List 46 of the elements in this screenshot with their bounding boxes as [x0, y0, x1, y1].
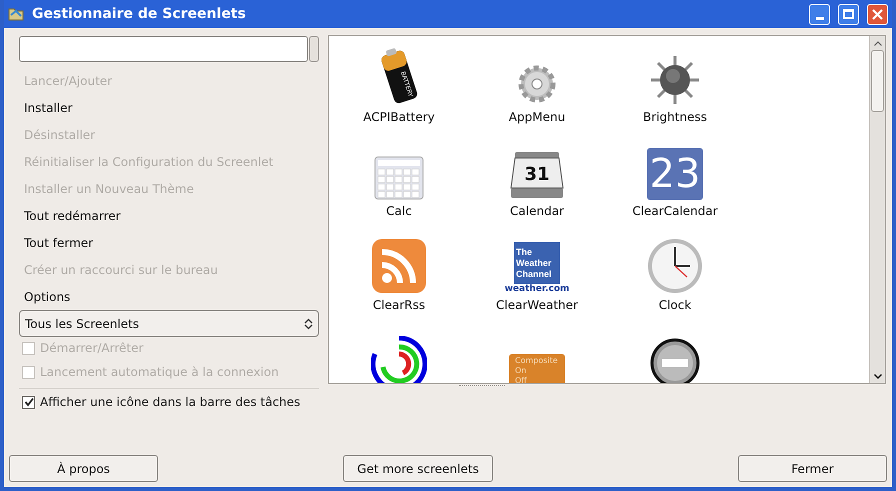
action-link[interactable]: Installer: [24, 94, 319, 121]
action-link[interactable]: Tout fermer: [24, 229, 319, 256]
checkmark-icon: [24, 397, 34, 407]
calculator-icon: [374, 156, 424, 200]
screenlet-label[interactable]: ACPIBattery: [363, 108, 435, 126]
more-screenlets-button[interactable]: Get more screenlets: [343, 455, 493, 482]
screenlet-label[interactable]: ClearRss: [372, 296, 426, 314]
logo-caption: weather.com: [504, 284, 570, 294]
about-button[interactable]: À propos: [9, 455, 158, 482]
checkbox-label: Démarrer/Arrêter: [40, 340, 144, 357]
widget-title: Composite: [515, 356, 559, 366]
date-text: 23: [650, 154, 700, 194]
action-link[interactable]: Tout redémarrer: [24, 202, 319, 229]
screenlet-label[interactable]: AppMenu: [508, 108, 566, 126]
close-icon: [872, 8, 883, 20]
screenlet-label[interactable]: ClearCalendar: [632, 202, 718, 220]
scroll-thumb[interactable]: [871, 50, 884, 112]
logo-text: The Weather Channel: [516, 246, 553, 280]
folder-icon: [8, 7, 24, 21]
clock-icon: [647, 238, 703, 294]
screenlet-label[interactable]: Calc: [386, 202, 412, 220]
screenlet-label[interactable]: ClearWeather: [496, 296, 578, 314]
rss-icon: [371, 238, 427, 294]
screenlet-label[interactable]: Clock: [658, 296, 692, 314]
maximize-button[interactable]: [838, 4, 859, 24]
ring-chart-icon: [371, 336, 427, 383]
widget-option: On: [515, 366, 559, 376]
screenlet-label[interactable]: Calendar: [510, 202, 564, 220]
checkbox-label: Lancement automatique à la connexion: [40, 364, 279, 381]
updown-icon: [304, 318, 313, 330]
date-text: 31: [524, 164, 550, 185]
widget-option: Off: [515, 376, 559, 383]
search-field[interactable]: [19, 36, 308, 62]
resize-grip[interactable]: [459, 385, 505, 389]
checkbox[interactable]: [22, 396, 35, 408]
screenlet-label[interactable]: Brightness: [643, 108, 707, 126]
filter-dropdown[interactable]: Tous les Screenlets: [19, 310, 319, 337]
scroll-handle[interactable]: [309, 36, 319, 62]
close-button[interactable]: [867, 4, 888, 24]
checkbox-label: Afficher une icône dans la barre des tâches: [40, 394, 300, 411]
scrollbar[interactable]: [869, 36, 885, 383]
section-heading: Options: [24, 288, 72, 306]
close-window-button[interactable]: Fermer: [738, 455, 887, 482]
minimize-button[interactable]: [809, 4, 830, 24]
sun-icon: [649, 54, 701, 106]
window-title: Gestionnaire de Screenlets: [32, 4, 247, 24]
